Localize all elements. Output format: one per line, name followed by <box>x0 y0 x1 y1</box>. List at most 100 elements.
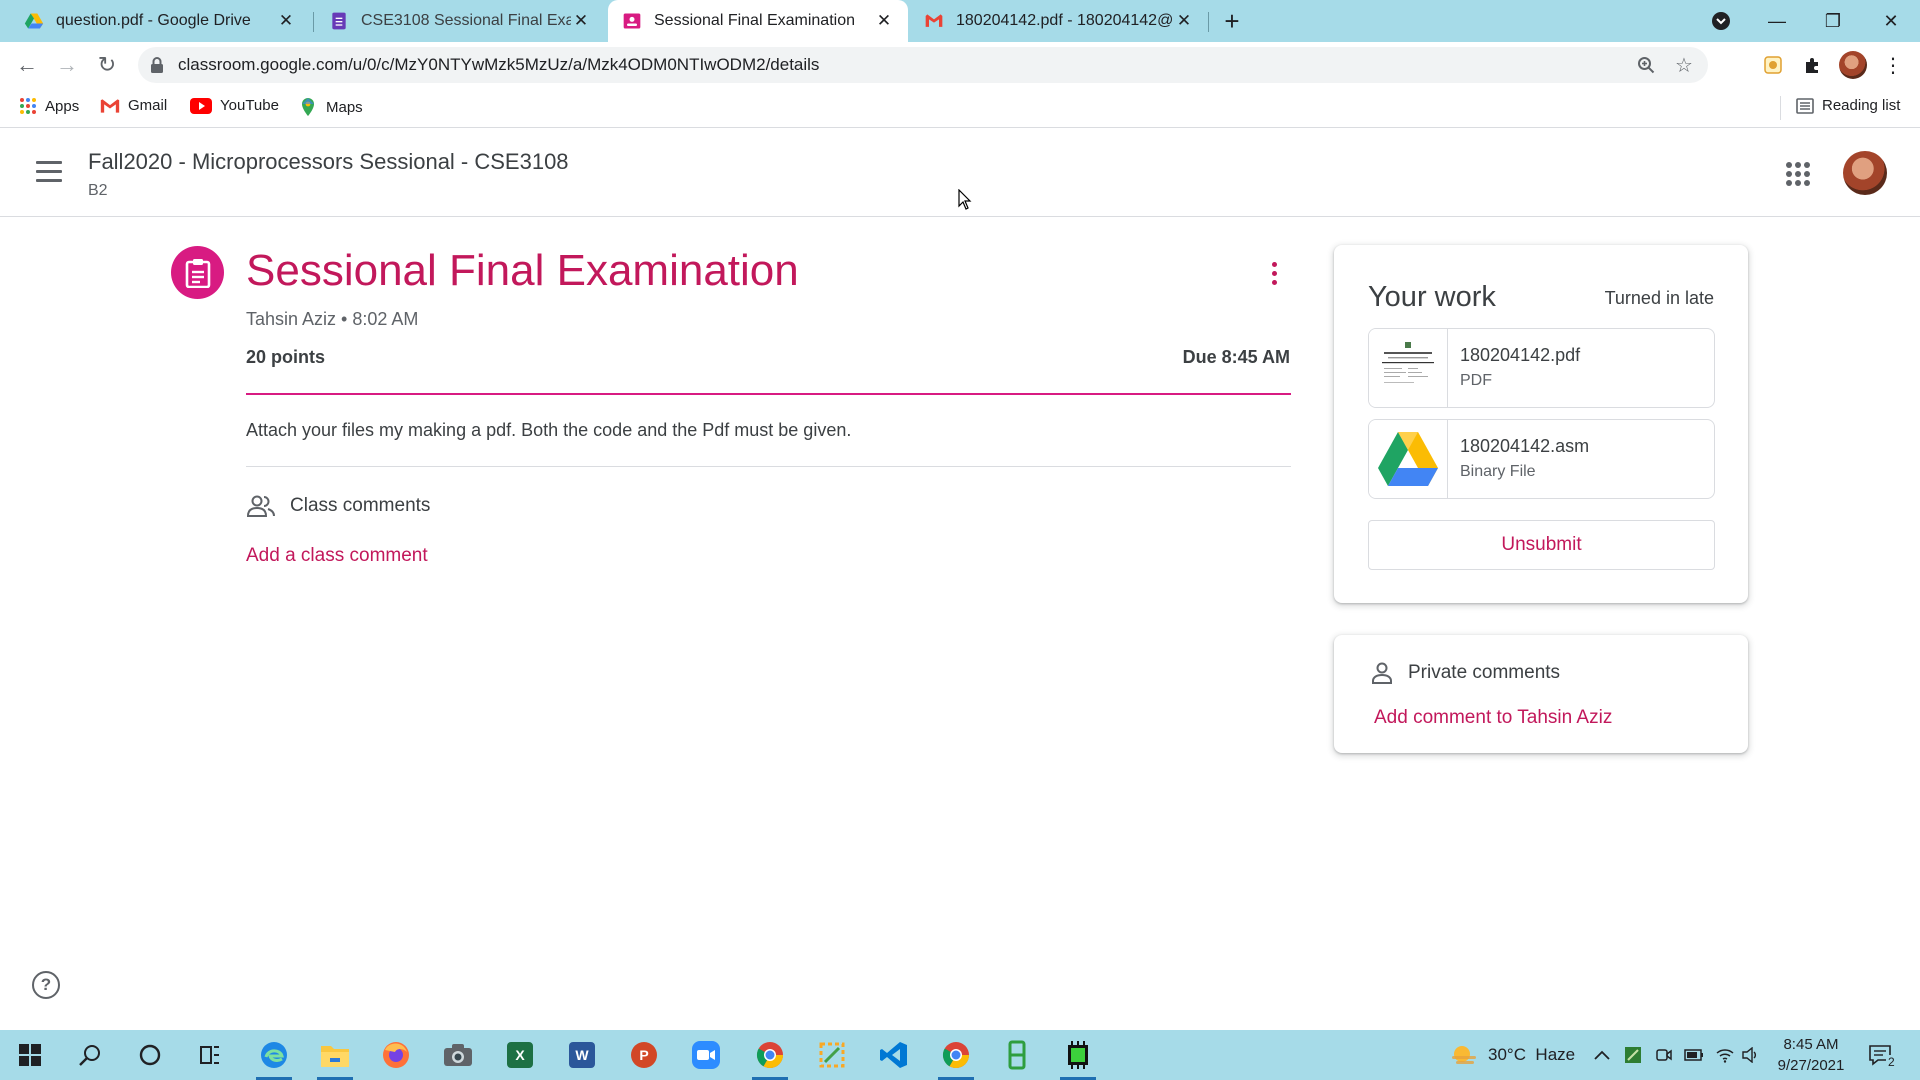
course-title[interactable]: Fall2020 - Microprocessors Sessional - C… <box>88 149 569 175</box>
youtube-icon <box>190 97 212 114</box>
more-options-icon[interactable] <box>1262 258 1286 288</box>
private-comments-label: Private comments <box>1408 662 1561 683</box>
puzzle-extensions-icon[interactable] <box>1798 50 1828 80</box>
taskbar-word[interactable]: W <box>558 1035 606 1075</box>
title-divider <box>246 393 1291 395</box>
tab-gmail[interactable]: 180204142.pdf - 180204142@au ✕ <box>910 0 1208 42</box>
close-window-button[interactable]: ✕ <box>1862 0 1920 42</box>
minimize-button[interactable]: — <box>1748 0 1806 42</box>
taskbar-zoom[interactable] <box>682 1035 730 1075</box>
google-apps-icon[interactable] <box>1786 162 1810 186</box>
taskbar-chrome-2[interactable] <box>932 1035 980 1080</box>
main-menu-icon[interactable] <box>36 161 62 183</box>
firefox-icon <box>383 1042 409 1068</box>
bookmark-youtube[interactable]: YouTube <box>190 97 279 114</box>
private-comments-card: Private comments Add comment to Tahsin A… <box>1334 635 1748 753</box>
your-work-card: Your work Turned in late 180204142.pdf P… <box>1334 245 1748 603</box>
attachment-type: PDF <box>1460 372 1492 389</box>
unsubmit-button[interactable]: Unsubmit <box>1368 520 1715 570</box>
tab-forms[interactable]: CSE3108 Sessional Final Examina ✕ <box>315 0 605 42</box>
close-tab-icon[interactable]: ✕ <box>874 11 894 31</box>
meet-now-icon[interactable] <box>1655 1030 1673 1080</box>
attachment-asm[interactable]: 180204142.asm Binary File <box>1368 419 1715 499</box>
your-work-title: Your work <box>1368 281 1496 313</box>
submission-status: Turned in late <box>1604 288 1714 308</box>
chevron-up-icon <box>1594 1050 1610 1060</box>
volume-icon[interactable] <box>1742 1030 1760 1080</box>
folder-icon <box>321 1046 349 1067</box>
close-tab-icon[interactable]: ✕ <box>571 11 591 31</box>
forward-button[interactable]: → <box>52 50 82 80</box>
taskbar-emulator[interactable] <box>993 1035 1041 1075</box>
close-tab-icon[interactable]: ✕ <box>276 11 296 31</box>
bookmark-label: Apps <box>45 97 80 115</box>
back-button[interactable]: ← <box>12 50 42 80</box>
add-private-comment-link[interactable]: Add comment to Tahsin Aziz <box>1374 707 1612 729</box>
show-hidden-icons-button[interactable] <box>1594 1030 1610 1080</box>
taskbar-firefox[interactable] <box>372 1035 420 1075</box>
taskbar-powerpoint[interactable]: P <box>620 1035 668 1075</box>
start-button[interactable] <box>6 1035 54 1075</box>
attachment-pdf[interactable]: 180204142.pdf PDF <box>1368 328 1715 408</box>
taskbar-chrome-1[interactable] <box>746 1035 794 1080</box>
google-drive-icon <box>24 13 44 29</box>
tab-classroom-active[interactable]: Sessional Final Examination ✕ <box>608 0 908 42</box>
camera-icon <box>444 1044 472 1066</box>
tab-search-button[interactable] <box>1692 0 1750 42</box>
assignment-author-time: Tahsin Aziz • 8:02 AM <box>246 309 419 329</box>
bookmark-star-icon[interactable]: ☆ <box>1672 53 1696 77</box>
url-text: classroom.google.com/u/0/c/MzY0NTYwMzk5M… <box>178 55 820 74</box>
assignment-points: 20 points <box>246 347 326 367</box>
cortana-button[interactable] <box>126 1035 174 1075</box>
notification-center-button[interactable]: 2 <box>1868 1030 1897 1080</box>
profile-avatar[interactable] <box>1839 51 1867 79</box>
taskbar-file-explorer[interactable] <box>311 1035 359 1080</box>
zoom-video-icon <box>692 1041 720 1069</box>
battery-icon[interactable] <box>1684 1030 1704 1080</box>
bookmark-label: Gmail <box>128 97 168 114</box>
windows-logo-icon <box>19 1044 41 1066</box>
bookmark-apps[interactable]: Apps <box>19 97 79 115</box>
chrome-menu-icon[interactable]: ⋮ <box>1878 50 1908 80</box>
bookmark-maps[interactable]: Maps <box>298 97 363 117</box>
extension-icon[interactable] <box>1758 50 1788 80</box>
weather-widget[interactable]: 30°C Haze <box>1450 1030 1575 1080</box>
section-divider <box>246 466 1291 467</box>
tray-app-icon[interactable] <box>1624 1030 1642 1080</box>
taskbar-edge[interactable] <box>250 1035 298 1080</box>
edge-icon <box>261 1042 287 1068</box>
bookmark-label: YouTube <box>220 97 279 114</box>
task-view-button[interactable] <box>186 1035 234 1075</box>
restore-button[interactable]: ❐ <box>1804 0 1862 42</box>
new-tab-button[interactable]: + <box>1203 0 1261 42</box>
system-clock[interactable]: 8:45 AM 9/27/2021 <box>1766 1034 1856 1076</box>
assignment-due: Due 8:45 AM <box>1182 347 1290 367</box>
bookmark-gmail[interactable]: Gmail <box>100 97 167 114</box>
address-bar[interactable]: classroom.google.com/u/0/c/MzY0NTYwMzk5M… <box>138 47 1708 83</box>
search-button[interactable] <box>66 1035 114 1075</box>
chrome-icon <box>942 1042 970 1069</box>
browser-tab-bar: question.pdf - Google Drive ✕ CSE3108 Se… <box>0 0 1920 42</box>
weather-text: 30°C Haze <box>1488 1045 1576 1064</box>
wifi-icon[interactable] <box>1715 1030 1735 1080</box>
taskbar-snipping[interactable] <box>808 1035 856 1075</box>
taskbar-emu8086[interactable] <box>1054 1035 1102 1080</box>
search-icon <box>79 1045 100 1066</box>
taskbar-excel[interactable]: X <box>496 1035 544 1075</box>
tab-google-drive[interactable]: question.pdf - Google Drive ✕ <box>10 0 310 42</box>
reload-button[interactable]: ↻ <box>92 50 122 80</box>
reading-list-button[interactable]: Reading list <box>1796 97 1900 114</box>
help-icon[interactable]: ? <box>32 971 60 999</box>
close-tab-icon[interactable]: ✕ <box>1174 11 1194 31</box>
assignment-title: Sessional Final Examination <box>246 246 799 295</box>
attachment-name: 180204142.pdf <box>1460 345 1581 365</box>
account-avatar[interactable] <box>1843 151 1887 195</box>
bookmarks-divider <box>1780 96 1781 120</box>
zoom-icon[interactable] <box>1634 53 1658 77</box>
taskbar-camera[interactable] <box>434 1035 482 1075</box>
taskbar-vscode[interactable] <box>870 1035 918 1075</box>
notification-count: 2 <box>1886 1055 1897 1069</box>
google-forms-icon <box>332 12 346 30</box>
add-class-comment-link[interactable]: Add a class comment <box>246 545 428 567</box>
clock-date: 9/27/2021 <box>1777 1057 1845 1074</box>
